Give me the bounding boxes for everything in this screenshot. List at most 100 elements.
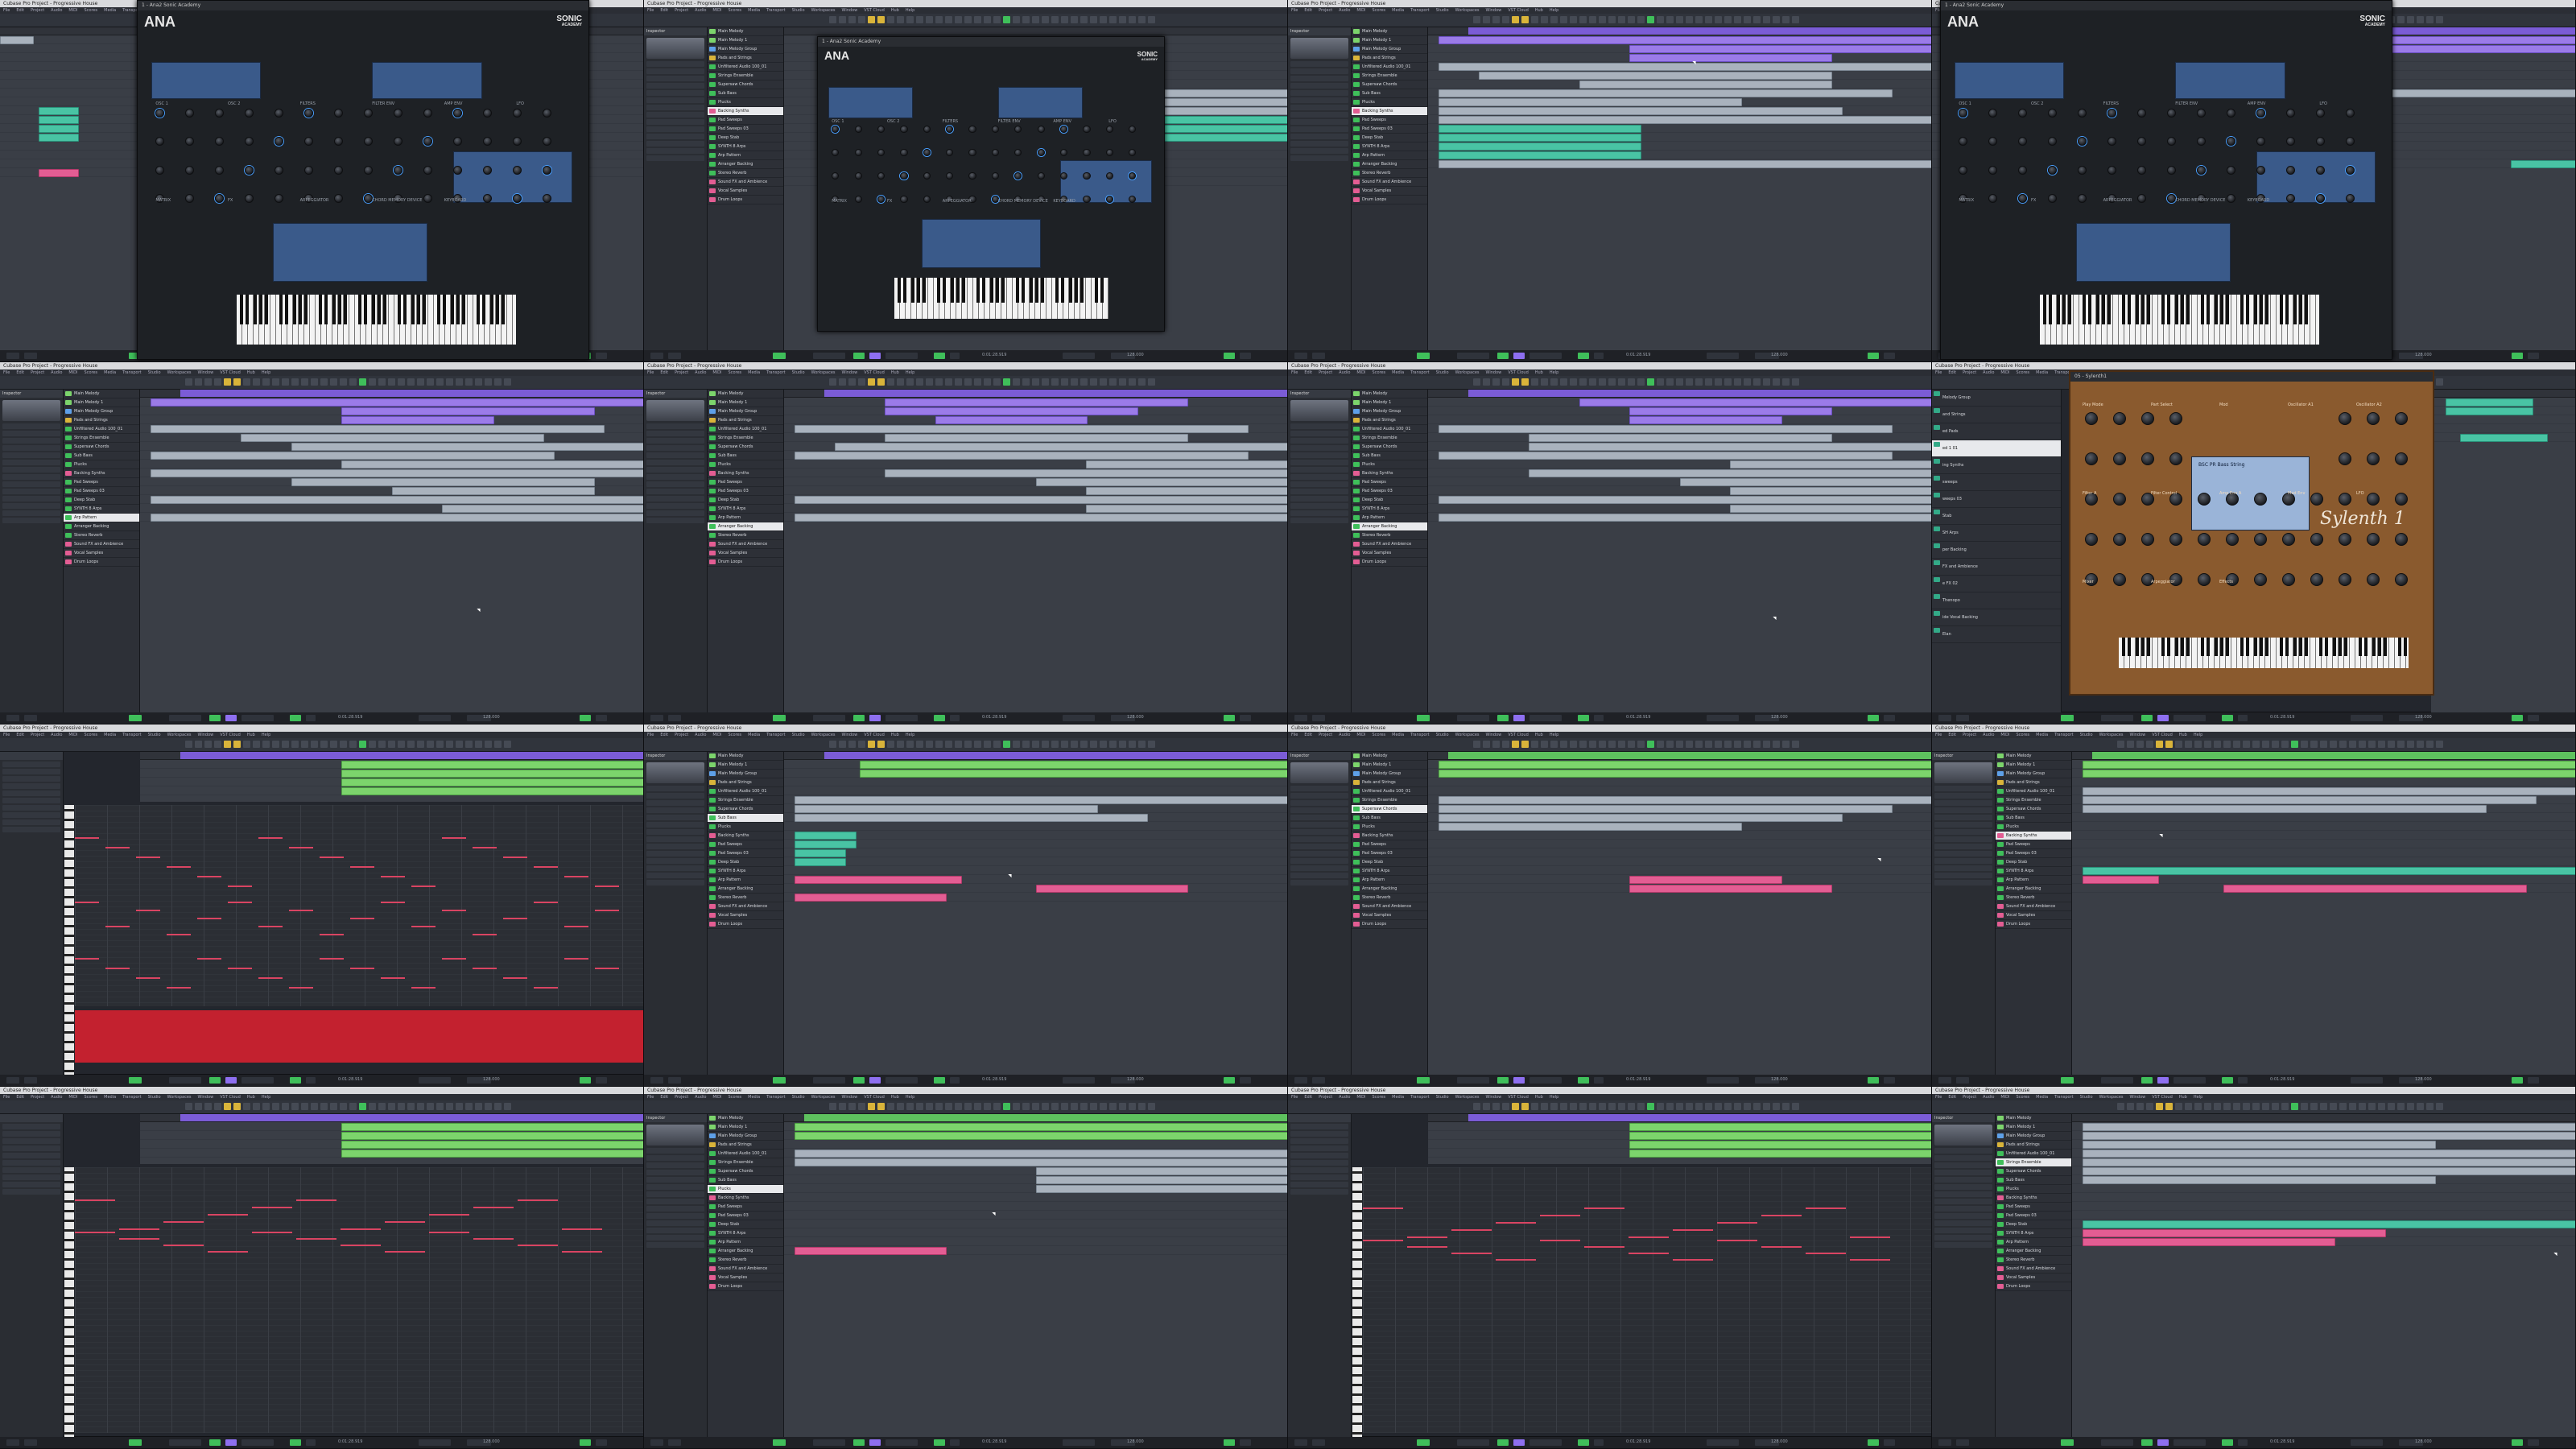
toolbar-button[interactable] [993, 378, 1001, 386]
track-header[interactable]: Unfiltered Audio 100_01 [64, 425, 139, 434]
synth-knob[interactable] [423, 165, 433, 175]
inspector-row[interactable] [646, 467, 704, 473]
inspector-row[interactable] [646, 423, 704, 429]
track-header[interactable]: Unfiltered Audio 100_01 [708, 1150, 783, 1158]
toolbar-button[interactable] [2165, 741, 2173, 748]
toolbar-button[interactable] [887, 741, 894, 748]
toolbar-button[interactable] [2436, 741, 2443, 748]
synth-knob[interactable] [364, 108, 374, 118]
toolbar-button[interactable] [1628, 1103, 1635, 1110]
toolbar-button[interactable] [2407, 1103, 2414, 1110]
synth-knob[interactable] [877, 125, 886, 133]
menu-item-studio[interactable]: Studio [1436, 1095, 1449, 1100]
menu-item-midi[interactable]: MIDI [68, 733, 77, 737]
track-header[interactable]: SYNTH 8 Arps [1996, 1229, 2071, 1238]
track-header[interactable]: FX and Ambience [1932, 559, 2061, 576]
menu-item-help[interactable]: Help [1550, 8, 1558, 13]
toolbar-button[interactable] [2223, 741, 2231, 748]
track-header[interactable]: Stereo Reverb [708, 169, 783, 178]
timeline-ruler[interactable] [1428, 390, 1931, 398]
transport-control[interactable] [2512, 1077, 2523, 1084]
inspector-row[interactable] [646, 1155, 704, 1161]
menu-item-edit[interactable]: Edit [1948, 733, 1956, 737]
transport-control[interactable] [596, 715, 607, 721]
menu-item-hub[interactable]: Hub [891, 370, 899, 375]
inspector-row[interactable] [2, 1160, 60, 1166]
toolbar-button[interactable] [1473, 741, 1480, 748]
inspector-row[interactable] [1934, 822, 1992, 828]
menu-item-help[interactable]: Help [2194, 1095, 2202, 1100]
timeline-ruler[interactable] [140, 1114, 643, 1122]
transport-control[interactable] [1312, 715, 1325, 721]
toolbar-button[interactable] [1570, 16, 1577, 23]
toolbar-button[interactable] [1570, 1103, 1577, 1110]
toolbar-button[interactable] [1560, 378, 1567, 386]
toolbar-button[interactable] [417, 378, 424, 386]
track-header[interactable]: Vocal Samples [708, 549, 783, 558]
sylenth-keyboard[interactable] [2119, 638, 2409, 668]
toolbar-button[interactable] [2320, 1103, 2327, 1110]
inspector-row[interactable] [646, 452, 704, 458]
menu-item-edit[interactable]: Edit [16, 8, 24, 13]
menu-item-studio[interactable]: Studio [1436, 733, 1449, 737]
synth-knob[interactable] [877, 148, 886, 156]
event-clip[interactable] [1438, 514, 1931, 522]
toolbar-button[interactable] [195, 1103, 202, 1110]
toolbar-button[interactable] [185, 378, 192, 386]
toolbar-button[interactable] [2146, 1103, 2153, 1110]
synth-knob[interactable] [542, 137, 551, 147]
osc-2-display[interactable] [997, 87, 1083, 118]
synth-knob[interactable] [215, 194, 225, 204]
matrix-display[interactable] [2076, 222, 2231, 283]
midi-note[interactable] [350, 968, 374, 969]
track-header[interactable]: Main Melody 1 [708, 36, 783, 45]
toolbar-button[interactable] [1109, 378, 1117, 386]
synth-knob[interactable] [1959, 165, 1968, 175]
toolbar-button[interactable] [1032, 378, 1039, 386]
menu-item-edit[interactable]: Edit [1304, 8, 1312, 13]
menu-item-media[interactable]: Media [1392, 8, 1404, 13]
toolbar-button[interactable] [1003, 378, 1010, 386]
menu-item-window[interactable]: Window [198, 733, 214, 737]
toolbar-button[interactable] [2194, 1103, 2202, 1110]
track-header[interactable]: Pad Sweeps [1352, 478, 1427, 487]
transport-control[interactable] [2141, 1439, 2153, 1446]
menu-item-midi[interactable]: MIDI [2000, 733, 2009, 737]
track-header[interactable]: Unfiltered Audio 100_01 [1352, 787, 1427, 796]
midi-note[interactable] [105, 968, 130, 969]
transport-control[interactable] [934, 353, 945, 359]
sylenth-knob[interactable] [2141, 452, 2154, 465]
toolbar-button[interactable] [1483, 741, 1490, 748]
synth-knob[interactable] [453, 108, 462, 118]
event-clip[interactable] [2459, 434, 2549, 442]
toolbar-button[interactable] [839, 1103, 846, 1110]
track-header[interactable]: Supersaw Chords [1352, 80, 1427, 89]
event-clip[interactable] [794, 1150, 1287, 1158]
synth-knob[interactable] [1014, 148, 1022, 156]
transport-control[interactable] [2061, 1439, 2074, 1446]
inspector-row[interactable] [1934, 1191, 1992, 1197]
toolbar-button[interactable] [839, 741, 846, 748]
synth-knob[interactable] [1083, 171, 1091, 180]
sylenth-knob[interactable] [2339, 412, 2351, 425]
transport-control[interactable] [2351, 1077, 2383, 1084]
menu-item-transport[interactable]: Transport [122, 370, 141, 375]
menu-item-media[interactable]: Media [748, 370, 760, 375]
timeline-ruler[interactable] [2072, 752, 2575, 760]
inspector-row[interactable] [646, 1213, 704, 1219]
instrument-thumbnail[interactable] [1290, 762, 1348, 783]
toolbar-button[interactable] [1792, 741, 1799, 748]
event-clip[interactable] [2082, 796, 2537, 804]
transport-control[interactable] [1884, 715, 1895, 721]
inspector-row[interactable] [1934, 1220, 1992, 1226]
timeline-ruler[interactable] [1428, 752, 1931, 760]
track-header[interactable]: Stereo Reverb [1352, 894, 1427, 902]
menu-item-audio[interactable]: Audio [695, 8, 706, 13]
track-header[interactable]: Strings Ensemble [1352, 796, 1427, 805]
inspector-row[interactable] [646, 851, 704, 857]
transport-control[interactable] [1294, 1439, 1307, 1446]
toolbar-button[interactable] [1647, 1103, 1654, 1110]
transport-control[interactable] [1578, 353, 1589, 359]
toolbar-button[interactable] [897, 1103, 904, 1110]
toolbar-button[interactable] [877, 1103, 885, 1110]
